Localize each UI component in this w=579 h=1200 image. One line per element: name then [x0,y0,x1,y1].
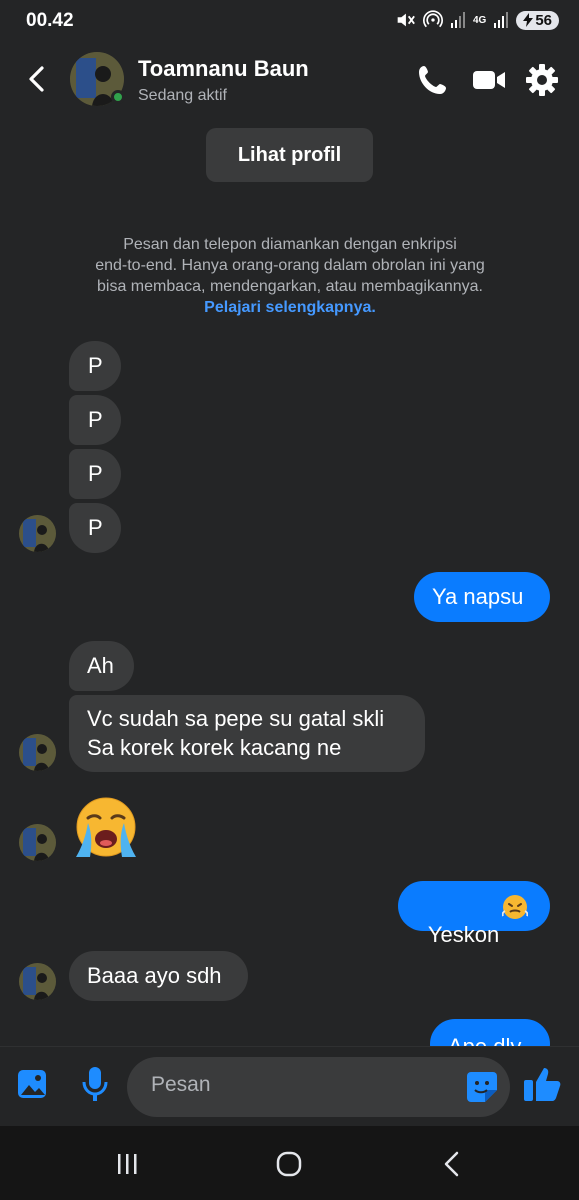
battery-indicator: 56 [516,10,559,30]
signal-icon-2 [494,12,509,28]
face-with-steam-emoji [502,895,528,919]
charging-bolt-icon [523,13,534,27]
online-indicator [111,90,125,104]
notice-line-1: Pesan dan telepon diamankan dengan enkri… [123,236,457,253]
mute-icon [397,13,415,27]
contact-avatar-small [19,963,56,1000]
message-bubble[interactable]: Ah [69,641,134,691]
message-input[interactable]: Pesan [127,1057,510,1117]
contact-status: Sedang aktif [138,87,227,104]
recent-apps-icon[interactable] [115,1152,139,1176]
sticker-icon[interactable] [465,1070,499,1104]
settings-gear-icon[interactable] [523,61,561,99]
phone-call-icon[interactable] [414,61,452,99]
contact-avatar-small [19,515,56,552]
message-bubble-outgoing[interactable]: Ape dly [430,1019,550,1046]
home-icon[interactable] [276,1151,302,1177]
loudly-crying-face-emoji[interactable] [70,793,142,865]
status-icons: 4G 56 [394,9,559,31]
notice-line-3: bisa membaca, mendengarkan, atau membagi… [97,278,483,295]
message-bubble[interactable]: P [69,449,121,499]
status-bar: 00.42 4G 56 [0,0,579,44]
message-bubble[interactable]: P [69,395,121,445]
message-input-placeholder: Pesan [151,1073,211,1096]
message-text: Yeskon [427,922,500,947]
microphone-icon[interactable] [80,1065,110,1103]
chat-header: Toamnanu Baun Sedang aktif [0,44,579,116]
message-bubble-outgoing[interactable]: Yeskon [398,881,550,947]
android-navigation-bar [0,1126,579,1200]
video-call-icon[interactable] [470,61,508,99]
back-arrow-icon[interactable] [20,62,54,96]
network-type-label: 4G [472,14,487,26]
message-bubble-outgoing[interactable]: Ya napsu [414,572,550,622]
hotspot-icon [422,10,443,28]
message-bubble[interactable]: P [69,503,121,553]
gallery-image-icon[interactable] [16,1067,48,1101]
contact-avatar-small [19,824,56,861]
nav-back-icon[interactable] [440,1150,464,1178]
like-thumbs-up-icon[interactable] [522,1065,562,1103]
message-bubble[interactable]: Baaa ayo sdh [69,951,248,1001]
notice-line-2: end-to-end. Hanya orang-orang dalam obro… [95,257,485,274]
message-composer: Pesan [0,1046,579,1127]
message-bubble[interactable]: P [69,341,121,391]
signal-icon [450,12,465,28]
learn-more-link[interactable]: Pelajari selengkapnya. [60,297,520,318]
status-time: 00.42 [26,10,74,31]
message-clip-area: Ape dly [0,1002,579,1046]
contact-avatar-small [19,734,56,771]
battery-level: 56 [535,11,552,29]
view-profile-button[interactable]: Lihat profil [206,128,373,182]
contact-name[interactable]: Toamnanu Baun [138,56,309,82]
encryption-notice: Pesan dan telepon diamankan dengan enkri… [60,234,520,318]
message-bubble[interactable]: Vc sudah sa pepe su gatal skli Sa korek … [69,695,425,772]
